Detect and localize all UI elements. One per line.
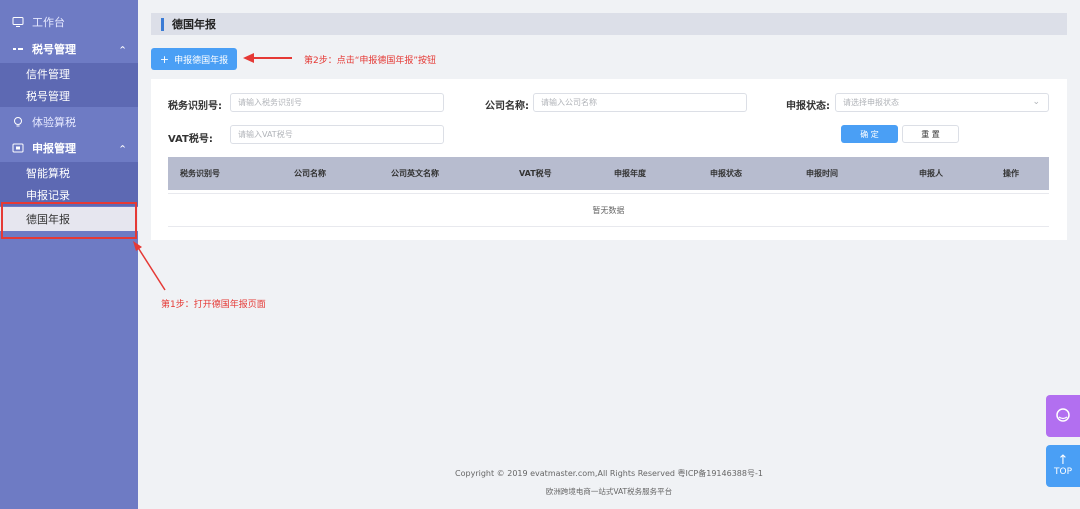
reset-button[interactable]: 重 置 [902,125,959,143]
footer-copyright: Copyright © 2019 evatmaster.com,All Righ… [455,469,763,478]
row-divider [168,226,1049,227]
back-to-top-button[interactable]: ↑ TOP [1046,445,1080,487]
confirm-button[interactable]: 确 定 [841,125,898,143]
select-placeholder: 请选择申报状态 [843,98,899,107]
input-placeholder: 请输入税务识别号 [238,98,302,107]
table-header: 税务识别号 公司名称 公司英文名称 VAT税号 申报年度 申报状态 申报时间 申… [168,157,1049,190]
input-placeholder: 请输入公司名称 [541,98,597,107]
arrow-up-icon: ↑ [1057,453,1069,468]
row-divider [168,193,1049,194]
column-header: VAT税号 [519,169,552,178]
column-header: 公司英文名称 [391,169,439,178]
button-label: 申报德国年报 [174,55,229,66]
company-input[interactable]: 请输入公司名称 [533,93,747,112]
annotation-arrows [133,53,292,291]
top-label: TOP [1053,467,1072,477]
footer-tagline: 欧洲跨境电商一站式VAT税务服务平台 [545,487,673,496]
page-header: 德国年报 [151,13,1067,35]
customer-service-button[interactable] [1046,395,1080,437]
page-title: 德国年报 [172,18,216,31]
new-germany-annual-button[interactable]: + 申报德国年报 [151,48,237,70]
column-header: 税务识别号 [180,169,220,178]
status-label: 申报状态: [786,101,830,112]
column-header: 操作 [1003,169,1019,178]
tax-id-input[interactable]: 请输入税务识别号 [230,93,444,112]
headset-icon [1054,406,1072,427]
company-label: 公司名称: [485,101,529,112]
column-header: 申报人 [919,169,943,178]
tax-id-label: 税务识别号: [168,101,222,112]
step1-annotation: 第1步：打开德国年报页面 [161,300,266,310]
column-header: 申报状态 [710,169,742,178]
column-header: 申报时间 [806,169,838,178]
column-header: 申报年度 [614,169,646,178]
plus-icon: + [159,52,170,66]
step2-annotation: 第2步：点击“申报德国年报”按钮 [304,56,437,66]
chevron-down-icon: ⌄ [1032,97,1040,107]
status-select[interactable]: 请选择申报状态 ⌄ [835,93,1049,112]
column-header: 公司名称 [294,169,326,178]
vat-input[interactable]: 请输入VAT税号 [230,125,444,144]
empty-state-text: 暂无数据 [592,206,625,215]
input-placeholder: 请输入VAT税号 [238,130,293,139]
title-accent-bar [161,17,164,31]
vat-label: VAT税号: [168,134,213,145]
